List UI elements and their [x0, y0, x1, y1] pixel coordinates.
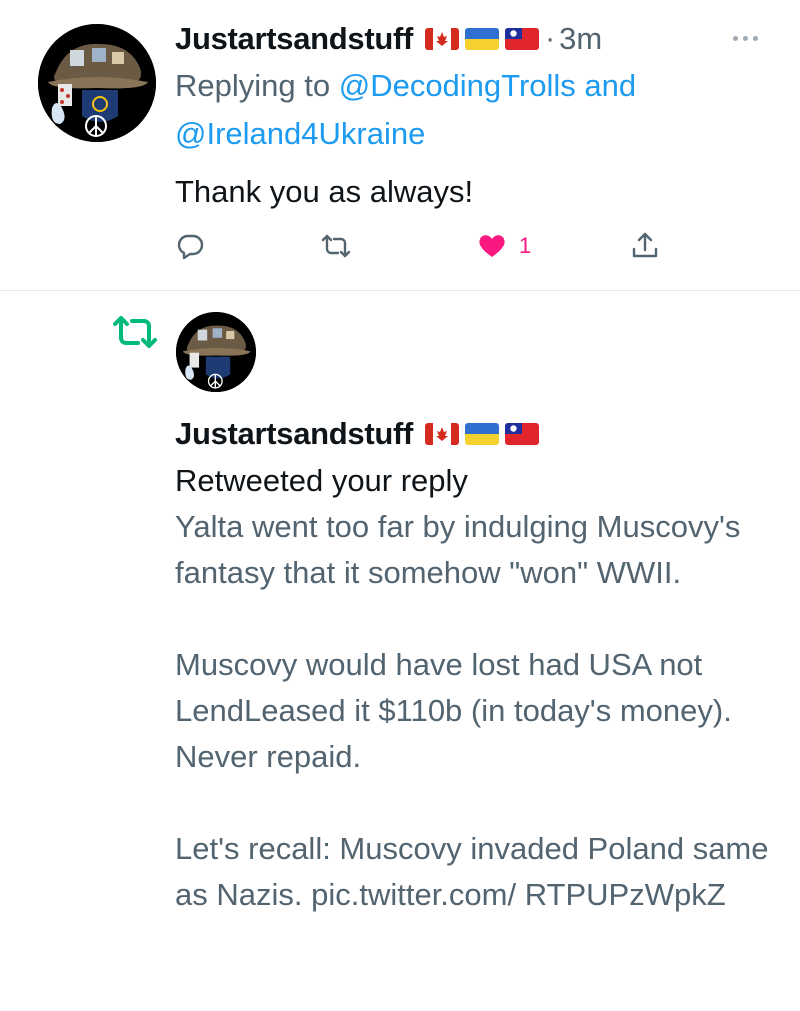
avatar-image: [176, 312, 256, 392]
quoted-paragraph: Yalta went too far by indulging Muscovy'…: [175, 509, 741, 590]
quoted-paragraph: Muscovy would have lost had USA not Lend…: [175, 647, 732, 774]
taiwan-flag-icon: [505, 28, 540, 50]
ukraine-flag-icon: [465, 423, 500, 445]
retweet-icon: [321, 234, 351, 258]
avatar-image: [38, 24, 156, 142]
tweet-text: Thank you as always!: [175, 174, 474, 209]
and-word: and: [584, 68, 637, 103]
user-avatar[interactable]: [38, 24, 156, 142]
share-button[interactable]: [630, 226, 660, 266]
separator-dot: ·: [545, 22, 556, 55]
reply-icon: [177, 234, 204, 260]
replying-to: Replying to @DecodingTrolls and @Ireland…: [175, 62, 755, 158]
flag-emojis: [425, 423, 540, 445]
display-name[interactable]: Justartsandstuff: [175, 416, 413, 452]
flag-emojis: [425, 28, 540, 50]
display-name[interactable]: Justartsandstuff: [175, 21, 413, 57]
retweet-button[interactable]: [321, 226, 351, 266]
taiwan-flag-icon: [505, 423, 540, 445]
divider: [0, 290, 800, 291]
like-count: 1: [519, 233, 532, 258]
ukraine-flag-icon: [465, 28, 500, 50]
quoted-paragraph: Let's recall: Muscovy invaded Poland sam…: [175, 831, 769, 912]
canada-flag-icon: [425, 28, 460, 50]
tweet-actions: 1: [175, 226, 675, 266]
reply-tweet[interactable]: Justartsandstuff · 3m Replying to @Decod…: [0, 0, 800, 290]
reply-button[interactable]: [175, 226, 205, 266]
mention-link[interactable]: @DecodingTrolls: [339, 68, 576, 103]
mention-link[interactable]: @Ireland4Ukraine: [175, 116, 425, 151]
retweet-icon: [112, 314, 158, 350]
tweet-header: Justartsandstuff · 3m: [175, 18, 602, 60]
notification-action-text: Retweeted your reply: [175, 463, 468, 498]
heart-icon: [479, 235, 505, 257]
quoted-reply-text[interactable]: Yalta went too far by indulging Muscovy'…: [175, 504, 775, 918]
like-button[interactable]: 1: [477, 226, 531, 266]
replying-prefix: Replying to: [175, 68, 331, 103]
canada-flag-icon: [425, 423, 460, 445]
notification-header: Justartsandstuff: [175, 412, 540, 456]
more-options-icon[interactable]: [728, 28, 762, 48]
timestamp[interactable]: 3m: [559, 21, 602, 57]
user-avatar[interactable]: [176, 312, 256, 392]
share-icon: [632, 232, 658, 258]
